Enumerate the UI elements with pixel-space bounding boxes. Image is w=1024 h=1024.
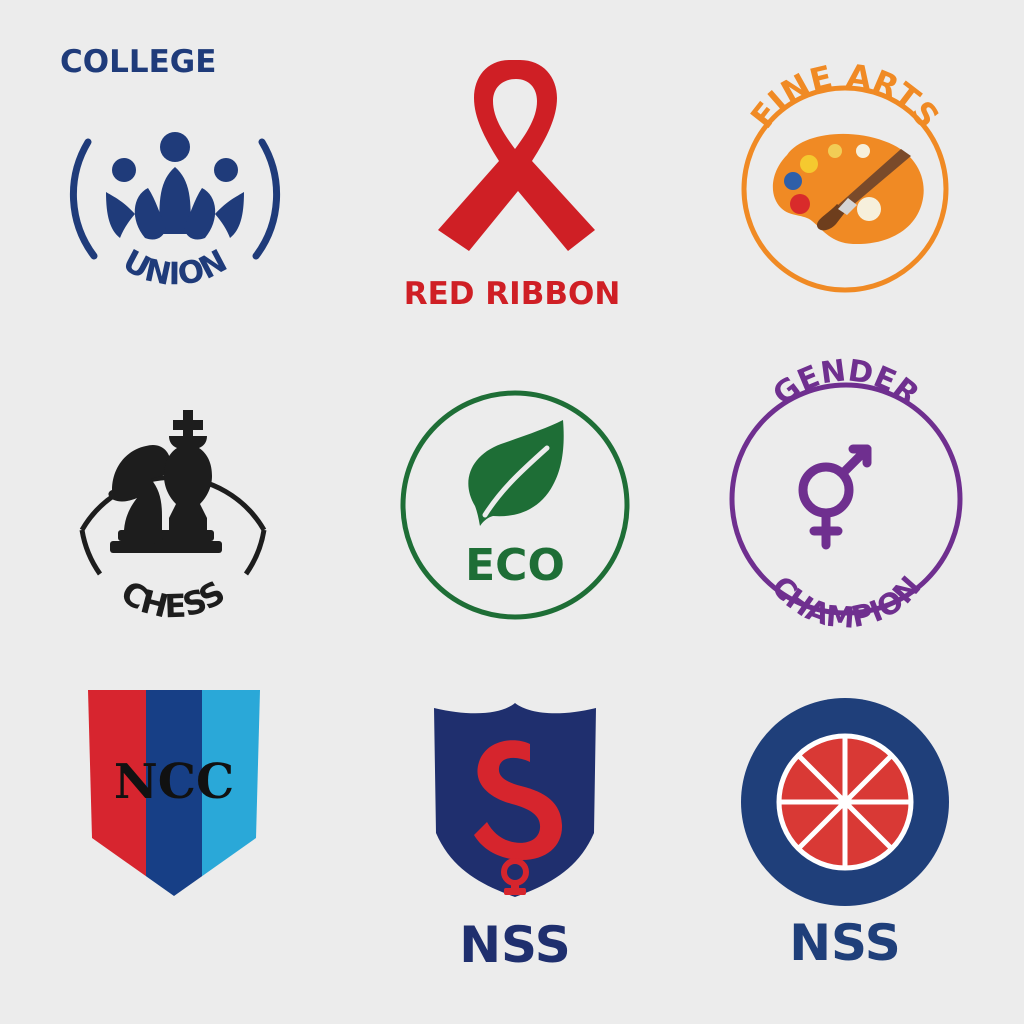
fine-arts-emblem: FINE ARTS — [741, 56, 949, 293]
chess-emblem: CHESS — [79, 410, 267, 626]
left-ring-segment — [69, 138, 98, 260]
eco-text: ECO — [465, 540, 565, 591]
chess-logo: CHESS — [58, 380, 288, 630]
college-union-logo: COLLEGE UNION — [60, 44, 290, 302]
red-ribbon-logo: RED RIBBON — [392, 52, 632, 322]
nss-shield-emblem: NSS — [434, 703, 596, 974]
leaf-icon — [468, 420, 564, 526]
gender-champion-bottom-text: CHAMPION — [765, 569, 928, 634]
college-union-top-text: COLLEGE — [60, 44, 216, 80]
red-ribbon-emblem: RED RIBBON — [404, 60, 621, 312]
palette-icon — [772, 133, 924, 245]
gender-champion-logo: GENDER CHAMPION — [722, 353, 970, 635]
nss-shield-text: NSS — [459, 916, 571, 974]
college-union-emblem: COLLEGE UNION — [60, 44, 281, 293]
chess-text: CHESS — [114, 573, 231, 626]
gender-champion-top-text: GENDER — [767, 353, 926, 412]
ncc-shield: NCC — [88, 690, 260, 896]
eco-emblem: ECO — [400, 390, 630, 620]
fine-arts-logo: FINE ARTS — [720, 56, 970, 305]
people-icon — [106, 132, 244, 240]
nss-shield-logo: NSS — [420, 696, 610, 976]
college-union-bottom-text: UNION — [117, 243, 233, 293]
gender-champion-emblem: GENDER CHAMPION — [729, 353, 963, 635]
nss-wheel-text: NSS — [789, 914, 901, 972]
ncc-logo: NCC — [88, 690, 260, 900]
red-ribbon-text: RED RIBBON — [404, 276, 621, 312]
chess-ring-left — [79, 529, 103, 576]
fine-arts-text: FINE ARTS — [743, 56, 947, 135]
ncc-text: NCC — [114, 754, 234, 810]
nss-wheel-logo: NSS — [740, 694, 950, 974]
gender-symbol-icon — [798, 444, 872, 550]
eco-logo: ECO — [395, 390, 635, 620]
nss-wheel-emblem: NSS — [741, 698, 949, 972]
chess-pieces-icon — [108, 410, 222, 553]
right-ring-segment — [252, 138, 281, 260]
wheel-hub — [838, 795, 852, 809]
ribbon-icon — [438, 60, 595, 251]
chess-ring-right — [243, 529, 267, 576]
